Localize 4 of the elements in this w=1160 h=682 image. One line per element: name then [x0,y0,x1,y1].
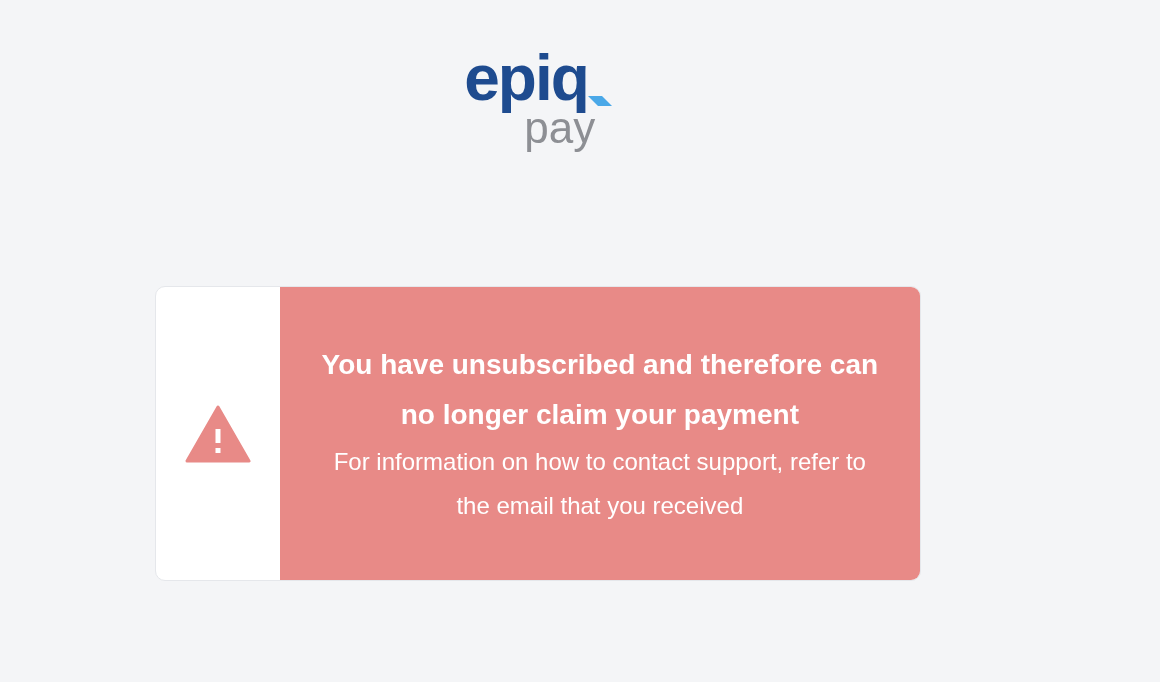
warning-icon [184,404,251,463]
logo-swoosh-icon [587,94,612,108]
alert-message: For information on how to contact support, refer to the email that you received [332,446,867,521]
alert-title: You have unsubscribed and therefore can no longer claim your payment [320,347,880,432]
